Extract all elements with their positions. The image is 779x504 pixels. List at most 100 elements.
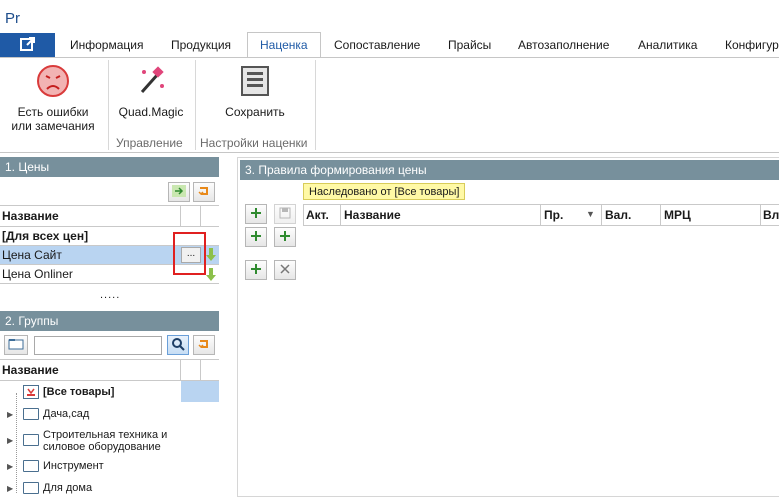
grid-line [200, 205, 201, 227]
group-search-input[interactable] [34, 336, 162, 355]
tree-item-tools[interactable]: Инструмент [43, 460, 104, 472]
folder-icon [23, 434, 39, 446]
price-row-site[interactable]: Цена Сайт [2, 248, 62, 262]
search-button[interactable] [167, 335, 189, 355]
errors-label-1: Есть ошибки [17, 105, 89, 119]
file-menu-button[interactable] [0, 33, 55, 57]
rules-col-val[interactable]: Вал. [605, 208, 631, 222]
tab-config[interactable]: Конфигур [725, 33, 779, 57]
tab-analytics[interactable]: Аналитика [638, 33, 697, 57]
expand-icon[interactable]: ▶ [7, 462, 13, 471]
add-button[interactable] [274, 227, 296, 247]
add-icon [250, 263, 262, 278]
price-row-onliner[interactable]: Цена Onliner [2, 267, 73, 281]
add-icon [250, 207, 262, 222]
grid-line [303, 204, 779, 205]
refresh-icon [197, 184, 211, 201]
expand-icon[interactable]: ▶ [7, 484, 13, 493]
rules-col-more[interactable]: Вл [763, 208, 779, 222]
sad-face-icon [36, 64, 70, 101]
grid-line [760, 204, 761, 226]
tree-item-construction-2[interactable]: силовое оборудование [43, 441, 161, 453]
rules-col-name[interactable]: Название [344, 208, 401, 222]
grid-line [0, 359, 219, 360]
group-settings-label: Настройки наценки [200, 136, 308, 150]
errors-label-2: или замечания [11, 119, 95, 133]
magic-wand-icon [134, 64, 168, 101]
folder-icon [23, 460, 39, 472]
delete-rule-button[interactable] [274, 260, 296, 280]
rules-col-pr[interactable]: Пр. [544, 208, 563, 222]
arrow-down-icon[interactable] [206, 248, 216, 265]
errors-button[interactable]: Есть ошибки или замечания [5, 64, 101, 133]
grid-line [601, 204, 602, 226]
price-row-all[interactable]: [Для всех цен] [2, 229, 88, 243]
tree-item-all-products[interactable]: [Все товары] [43, 386, 114, 398]
tree-line [16, 393, 17, 493]
tree-item-garden[interactable]: Дача,сад [43, 408, 89, 420]
quadmagic-label: Quad.Magic [118, 105, 184, 119]
add-icon [250, 230, 262, 245]
grid-line [540, 204, 541, 226]
groups-panel-header: 2. Группы [0, 311, 219, 331]
ribbon-separator [195, 60, 196, 150]
close-icon [279, 263, 291, 278]
tab-pricelists[interactable]: Прайсы [448, 33, 491, 57]
ribbon-separator [315, 60, 316, 150]
grid-line [200, 359, 201, 381]
save-button[interactable]: Сохранить [215, 64, 295, 119]
add-copy-button[interactable] [245, 260, 267, 280]
grid-line [660, 204, 661, 226]
refresh-icon [197, 337, 211, 354]
tab-matching[interactable]: Сопоставление [334, 33, 420, 57]
grid-line [0, 226, 219, 227]
rules-col-act[interactable]: Акт. [306, 208, 329, 222]
expand-icon[interactable]: ▶ [7, 410, 13, 419]
folder-icon [23, 408, 39, 420]
open-external-icon [19, 36, 37, 55]
tab-products[interactable]: Продукция [171, 33, 231, 57]
refresh-prices-button[interactable] [193, 182, 215, 202]
group-manage-label: Управление [116, 136, 183, 150]
inherited-badge: Наследовано от [Все товары] [303, 183, 466, 200]
grid-line [340, 204, 341, 226]
save-rule-button[interactable] [274, 204, 296, 224]
floppy-icon [279, 207, 291, 222]
highlight-box [173, 232, 206, 275]
rules-panel-header: 3. Правила формирования цены [240, 160, 779, 180]
selected-cell [181, 381, 219, 402]
splitter-grip[interactable]: ..... [100, 289, 120, 301]
save-label: Сохранить [225, 105, 285, 119]
prices-col-name[interactable]: Название [2, 209, 172, 223]
grid-line [180, 205, 181, 227]
grid-line [303, 225, 779, 226]
tree-item-construction-1[interactable]: Строительная техника и [43, 429, 167, 441]
ribbon-separator [108, 60, 109, 150]
tab-info[interactable]: Информация [70, 33, 143, 57]
groups-col-name[interactable]: Название [2, 363, 59, 377]
folder-icon [23, 482, 39, 494]
add-icon [279, 230, 291, 245]
tab-autofill[interactable]: Автозаполнение [518, 33, 609, 57]
add-price-button[interactable] [168, 182, 190, 202]
folder-icon [8, 338, 24, 353]
expand-icon[interactable]: ▶ [7, 436, 13, 445]
all-products-icon [23, 385, 39, 402]
tree-item-home[interactable]: Для дома [43, 482, 92, 494]
quadmagic-button[interactable]: Quad.Magic [114, 64, 188, 119]
rules-col-mrc[interactable]: МРЦ [664, 208, 691, 222]
add-rule-button[interactable] [245, 204, 267, 224]
folder-button[interactable] [4, 335, 28, 355]
prices-panel-header: 1. Цены [0, 157, 219, 177]
search-icon [171, 337, 185, 354]
sort-down-icon[interactable]: ▼ [586, 209, 595, 219]
grid-line [180, 359, 181, 381]
arrow-right-icon [172, 184, 186, 200]
refresh-groups-button[interactable] [193, 335, 215, 355]
add-subrule-button[interactable] [245, 227, 267, 247]
tab-markup[interactable]: Наценка [247, 32, 321, 58]
grid-line [0, 283, 219, 284]
grid-line [303, 204, 304, 226]
app-title: Pr [5, 10, 20, 27]
grid-line [0, 205, 219, 206]
